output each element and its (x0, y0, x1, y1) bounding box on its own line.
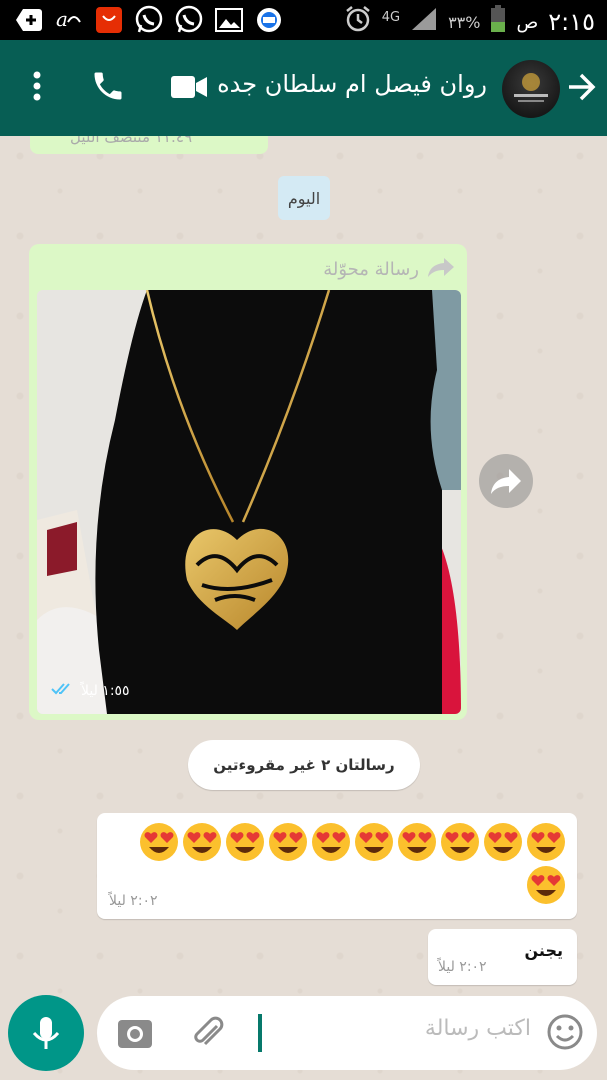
whatsapp-icon (134, 5, 164, 34)
chat-area[interactable]: ١١:٤٩ منتصف الليل اليوم رسالة محوّلة ١:٥… (0, 136, 607, 1080)
network-type: 4G (381, 9, 401, 25)
forwarded-time: ١:٥٥ ليلاً (81, 683, 130, 699)
video-call-icon[interactable] (170, 74, 208, 104)
phone-icon[interactable] (90, 68, 126, 108)
ampm: ص (516, 11, 539, 33)
signal-icon (410, 6, 438, 38)
emoji-picker-icon[interactable] (545, 1012, 585, 1056)
previous-message[interactable]: ١١:٤٩ منتصف الليل (30, 136, 268, 154)
camera-icon[interactable] (117, 1016, 153, 1054)
status-bar: a 4G ٣٣% ص ٢:١٥ (0, 0, 607, 40)
read-ticks-icon (51, 682, 75, 700)
unread-banner: رسالتان ٢ غير مقروءتين (188, 740, 420, 790)
message-time: ٢:٠٢ ليلاً (438, 959, 487, 975)
aliexpress-app-icon (94, 6, 124, 34)
forwarded-label: رسالة محوّلة (323, 256, 455, 283)
text-message[interactable]: يجنن ٢:٠٢ ليلاً (428, 929, 577, 985)
photo-time: ١:٥٥ ليلاً (51, 682, 130, 700)
clock: ٢:١٥ (548, 8, 595, 36)
browser-icon (254, 6, 284, 34)
add-icon (14, 6, 44, 34)
mic-button[interactable] (8, 995, 84, 1071)
attach-icon[interactable] (189, 1014, 227, 1056)
share-button[interactable] (479, 454, 533, 508)
contact-name[interactable]: روان فيصل ام سلطان جده (217, 70, 487, 98)
heart-eyes-emoji (181, 821, 223, 863)
heart-eyes-emoji (439, 821, 481, 863)
battery-level: ٣٣% (448, 12, 481, 32)
heart-eyes-emoji (353, 821, 395, 863)
notification-icons: a (14, 5, 284, 34)
heart-eyes-emoji (482, 821, 524, 863)
message-time: ٢:٠٢ ليلاً (109, 893, 158, 909)
aliexpress-icon: a (54, 6, 84, 34)
heart-eyes-emoji (310, 821, 352, 863)
date-chip: اليوم (278, 176, 330, 220)
svg-text:a: a (56, 8, 68, 31)
back-arrow-icon[interactable] (565, 70, 597, 104)
heart-eyes-emoji (525, 864, 567, 906)
heart-eyes-emoji (396, 821, 438, 863)
emoji-message[interactable]: ٢:٠٢ ليلاً (97, 813, 577, 919)
more-icon[interactable] (24, 68, 50, 108)
gallery-icon (214, 6, 244, 34)
forwarded-text: رسالة محوّلة (323, 259, 419, 280)
heart-eyes-emoji (267, 821, 309, 863)
forwarded-image-message[interactable]: رسالة محوّلة ١:٥٥ ليلاً (29, 244, 467, 720)
forward-icon (427, 256, 455, 283)
heart-eyes-emoji (224, 821, 266, 863)
battery-icon (490, 5, 506, 39)
message-time: ١١:٤٩ منتصف الليل (70, 136, 193, 146)
heart-eyes-emoji (138, 821, 180, 863)
chat-header: روان فيصل ام سلطان جده (0, 40, 607, 136)
necklace-photo[interactable]: ١:٥٥ ليلاً (37, 290, 461, 714)
message-input-bar[interactable]: اكتب رسالة (97, 996, 597, 1070)
alarm-icon (344, 5, 372, 39)
system-status: 4G ٣٣% ص ٢:١٥ (344, 5, 595, 39)
message-input[interactable]: اكتب رسالة (425, 1016, 531, 1041)
message-text: يجنن (524, 941, 563, 960)
whatsapp-icon (174, 5, 204, 34)
avatar[interactable] (502, 60, 560, 118)
text-cursor (258, 1014, 262, 1052)
emoji-list (127, 821, 567, 906)
heart-eyes-emoji (525, 821, 567, 863)
